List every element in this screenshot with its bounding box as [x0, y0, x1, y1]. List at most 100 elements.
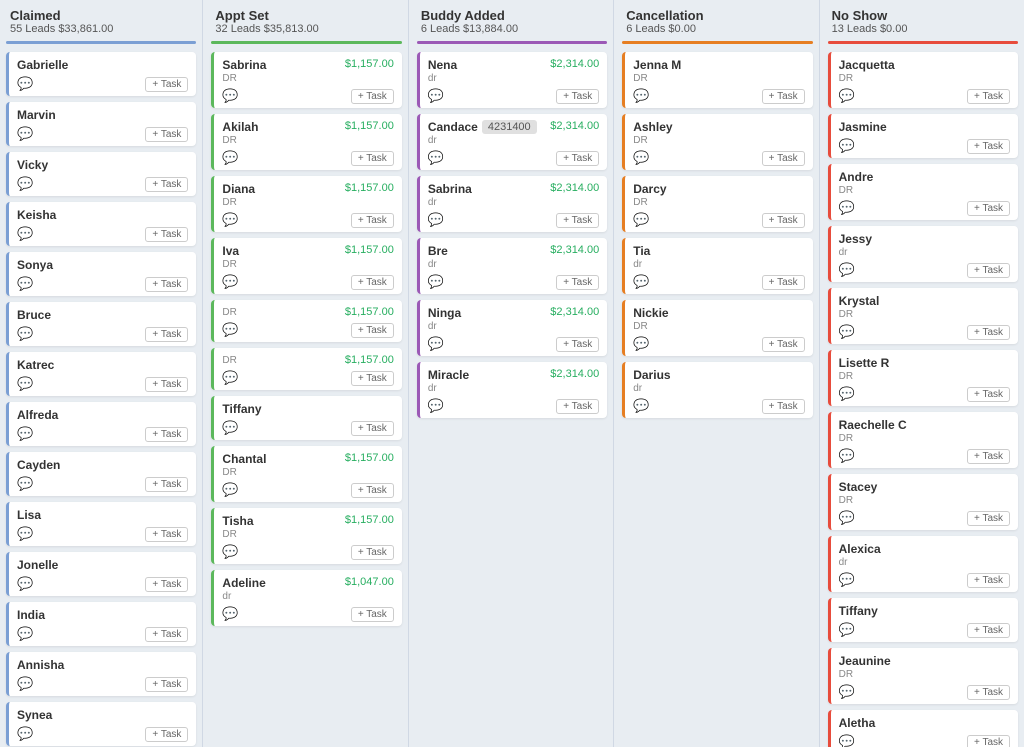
chat-icon[interactable]: 💬 [17, 76, 33, 92]
task-button[interactable]: + Task [145, 527, 188, 542]
chat-icon[interactable]: 💬 [839, 262, 855, 278]
card[interactable]: Tiffany💬+ Task [828, 598, 1018, 642]
chat-icon[interactable]: 💬 [633, 398, 649, 414]
task-button[interactable]: + Task [145, 227, 188, 242]
chat-icon[interactable]: 💬 [17, 276, 33, 292]
card[interactable]: Lisette RDR💬+ Task [828, 350, 1018, 406]
task-button[interactable]: + Task [762, 89, 805, 104]
task-button[interactable]: + Task [145, 77, 188, 92]
task-button[interactable]: + Task [351, 213, 394, 228]
chat-icon[interactable]: 💬 [428, 150, 444, 166]
chat-icon[interactable]: 💬 [633, 212, 649, 228]
card[interactable]: Raechelle CDR💬+ Task [828, 412, 1018, 468]
chat-icon[interactable]: 💬 [17, 126, 33, 142]
task-button[interactable]: + Task [762, 213, 805, 228]
task-button[interactable]: + Task [145, 277, 188, 292]
chat-icon[interactable]: 💬 [222, 88, 238, 104]
chat-icon[interactable]: 💬 [839, 622, 855, 638]
chat-icon[interactable]: 💬 [17, 526, 33, 542]
task-button[interactable]: + Task [351, 371, 394, 386]
task-button[interactable]: + Task [967, 139, 1010, 154]
task-button[interactable]: + Task [967, 263, 1010, 278]
chat-icon[interactable]: 💬 [428, 274, 444, 290]
card[interactable]: Jonelle💬+ Task [6, 552, 196, 596]
card[interactable]: Aletha💬+ Task [828, 710, 1018, 747]
chat-icon[interactable]: 💬 [222, 420, 238, 436]
task-button[interactable]: + Task [145, 177, 188, 192]
card[interactable]: India💬+ Task [6, 602, 196, 646]
chat-icon[interactable]: 💬 [839, 88, 855, 104]
chat-icon[interactable]: 💬 [839, 448, 855, 464]
chat-icon[interactable]: 💬 [222, 370, 238, 386]
task-button[interactable]: + Task [967, 89, 1010, 104]
task-button[interactable]: + Task [556, 213, 599, 228]
chat-icon[interactable]: 💬 [839, 200, 855, 216]
task-button[interactable]: + Task [967, 573, 1010, 588]
chat-icon[interactable]: 💬 [222, 274, 238, 290]
task-button[interactable]: + Task [967, 201, 1010, 216]
task-button[interactable]: + Task [762, 399, 805, 414]
chat-icon[interactable]: 💬 [839, 386, 855, 402]
card[interactable]: Cayden💬+ Task [6, 452, 196, 496]
task-button[interactable]: + Task [145, 627, 188, 642]
chat-icon[interactable]: 💬 [222, 482, 238, 498]
card[interactable]: Sonya💬+ Task [6, 252, 196, 296]
chat-icon[interactable]: 💬 [839, 510, 855, 526]
card[interactable]: Vicky💬+ Task [6, 152, 196, 196]
card[interactable]: StaceyDR💬+ Task [828, 474, 1018, 530]
card[interactable]: IvaDR$1,157.00💬+ Task [211, 238, 401, 294]
task-button[interactable]: + Task [762, 337, 805, 352]
task-button[interactable]: + Task [351, 323, 394, 338]
task-button[interactable]: + Task [145, 727, 188, 742]
card[interactable]: JacquettaDR💬+ Task [828, 52, 1018, 108]
task-button[interactable]: + Task [967, 325, 1010, 340]
chat-icon[interactable]: 💬 [17, 426, 33, 442]
task-button[interactable]: + Task [556, 275, 599, 290]
task-button[interactable]: + Task [556, 399, 599, 414]
chat-icon[interactable]: 💬 [633, 274, 649, 290]
card[interactable]: Tiadr💬+ Task [622, 238, 812, 294]
chat-icon[interactable]: 💬 [17, 676, 33, 692]
card[interactable]: Jasmine💬+ Task [828, 114, 1018, 158]
chat-icon[interactable]: 💬 [222, 606, 238, 622]
task-button[interactable]: + Task [351, 607, 394, 622]
card[interactable]: Miracledr$2,314.00💬+ Task [417, 362, 607, 418]
task-button[interactable]: + Task [967, 735, 1010, 747]
chat-icon[interactable]: 💬 [633, 150, 649, 166]
card[interactable]: Adelinedr$1,047.00💬+ Task [211, 570, 401, 626]
chat-icon[interactable]: 💬 [17, 226, 33, 242]
card[interactable]: Keisha💬+ Task [6, 202, 196, 246]
card[interactable]: Bruce💬+ Task [6, 302, 196, 346]
card[interactable]: Candace4231400dr$2,314.00💬+ Task [417, 114, 607, 170]
chat-icon[interactable]: 💬 [222, 322, 238, 338]
card[interactable]: Marvin💬+ Task [6, 102, 196, 146]
task-button[interactable]: + Task [556, 337, 599, 352]
task-button[interactable]: + Task [967, 623, 1010, 638]
task-button[interactable]: + Task [351, 89, 394, 104]
card[interactable]: Alfreda💬+ Task [6, 402, 196, 446]
chat-icon[interactable]: 💬 [17, 726, 33, 742]
chat-icon[interactable]: 💬 [222, 212, 238, 228]
chat-icon[interactable]: 💬 [17, 176, 33, 192]
card[interactable]: Ningadr$2,314.00💬+ Task [417, 300, 607, 356]
chat-icon[interactable]: 💬 [839, 324, 855, 340]
chat-icon[interactable]: 💬 [839, 684, 855, 700]
chat-icon[interactable]: 💬 [222, 544, 238, 560]
card[interactable]: AkilahDR$1,157.00💬+ Task [211, 114, 401, 170]
chat-icon[interactable]: 💬 [428, 398, 444, 414]
card[interactable]: SabrinaDR$1,157.00💬+ Task [211, 52, 401, 108]
chat-icon[interactable]: 💬 [17, 476, 33, 492]
chat-icon[interactable]: 💬 [222, 150, 238, 166]
chat-icon[interactable]: 💬 [17, 626, 33, 642]
task-button[interactable]: + Task [145, 677, 188, 692]
card[interactable]: Jessydr💬+ Task [828, 226, 1018, 282]
card[interactable]: Nenadr$2,314.00💬+ Task [417, 52, 607, 108]
card[interactable]: Gabrielle💬+ Task [6, 52, 196, 96]
card[interactable]: DianaDR$1,157.00💬+ Task [211, 176, 401, 232]
task-button[interactable]: + Task [145, 327, 188, 342]
card[interactable]: DarcyDR💬+ Task [622, 176, 812, 232]
card[interactable]: Jenna MDR💬+ Task [622, 52, 812, 108]
card[interactable]: Sabrinadr$2,314.00💬+ Task [417, 176, 607, 232]
card[interactable]: Tiffany💬+ Task [211, 396, 401, 440]
task-button[interactable]: + Task [351, 275, 394, 290]
